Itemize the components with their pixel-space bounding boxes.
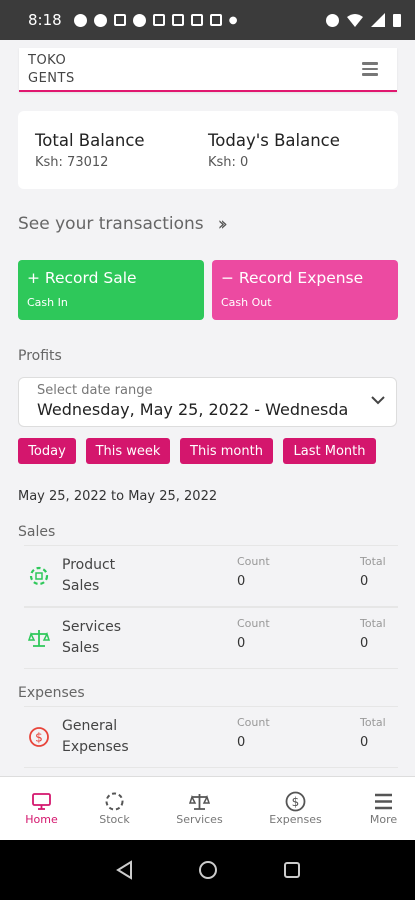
date-range-text: May 25, 2022 to May 25, 2022 xyxy=(18,489,218,504)
back-icon[interactable] xyxy=(115,860,133,880)
store-name: TOKO GENTS xyxy=(28,53,75,86)
battery-icon xyxy=(393,14,401,27)
home-icon xyxy=(32,793,51,810)
count-label: Count xyxy=(237,617,270,630)
record-sale-label: + Record Sale xyxy=(27,269,137,287)
total-label: Total xyxy=(360,716,386,729)
count-value: 0 xyxy=(237,574,246,589)
status-bar: 8:18 ● xyxy=(0,0,415,40)
cash-out-label: Cash Out xyxy=(221,296,272,309)
cash-in-label: Cash In xyxy=(27,296,68,309)
see-transactions-link[interactable]: See your transactions ›› xyxy=(18,213,228,235)
bottom-navigation: Home Stock Services $ Expenses More xyxy=(0,776,415,840)
general-expenses-row[interactable]: $ General Expenses Count 0 Total 0 xyxy=(24,706,398,768)
chevron-down-icon xyxy=(371,396,385,405)
today-balance-value: Ksh: 0 xyxy=(208,155,249,170)
store-header: TOKO GENTS xyxy=(19,48,397,92)
date-range-select[interactable]: Select date range Wednesday, May 25, 202… xyxy=(18,377,397,427)
today-balance: Today's Balance Ksh: 0 xyxy=(208,131,340,170)
count-value: 0 xyxy=(237,636,246,651)
row-name: Product Sales xyxy=(62,557,116,594)
nav-more[interactable]: More xyxy=(342,777,415,841)
today-balance-label: Today's Balance xyxy=(208,131,340,150)
mail-icon xyxy=(171,14,184,26)
office-icon xyxy=(190,14,203,26)
double-chevron-right-icon: ›› xyxy=(217,213,228,235)
menu-icon xyxy=(375,793,392,810)
sim-icon xyxy=(113,14,126,26)
dot-icon: ● xyxy=(228,14,238,26)
menu-icon[interactable] xyxy=(362,62,378,76)
stock-icon xyxy=(105,792,124,811)
chip-this-week[interactable]: This week xyxy=(86,438,170,464)
nav-label: Stock xyxy=(99,813,130,826)
recents-icon[interactable] xyxy=(283,860,301,880)
nav-label: Expenses xyxy=(269,813,322,826)
chip-today[interactable]: Today xyxy=(18,438,76,464)
nav-stock[interactable]: Stock xyxy=(73,777,156,841)
record-expense-button[interactable]: − Record Expense Cash Out xyxy=(212,260,398,320)
expenses-label: Expenses xyxy=(18,685,85,701)
dollar-icon: $ xyxy=(29,727,49,747)
sales-label: Sales xyxy=(18,524,56,540)
count-value: 0 xyxy=(237,735,246,750)
home-circle-icon[interactable] xyxy=(198,860,218,880)
scales-icon xyxy=(28,630,50,647)
total-label: Total xyxy=(360,617,386,630)
scales-icon xyxy=(189,794,210,810)
count-label: Count xyxy=(237,555,270,568)
battery-small-icon xyxy=(209,14,222,26)
row-name: General Expenses xyxy=(62,718,129,755)
chat-icon xyxy=(73,13,87,27)
total-value: 0 xyxy=(360,735,369,750)
signal-icon xyxy=(371,13,385,27)
count-label: Count xyxy=(237,716,270,729)
total-value: 0 xyxy=(360,574,369,589)
nav-expenses[interactable]: $ Expenses xyxy=(254,777,337,841)
product-icon xyxy=(29,566,49,586)
total-balance: Total Balance Ksh: 73012 xyxy=(35,131,145,170)
total-value: 0 xyxy=(360,636,369,651)
notification-icons: ● xyxy=(73,13,238,27)
nav-label: Home xyxy=(25,813,58,826)
svg-text:$: $ xyxy=(35,731,43,745)
date-range-placeholder: Select date range xyxy=(37,383,153,398)
shield-icon xyxy=(93,13,107,27)
record-expense-label: − Record Expense xyxy=(221,269,364,287)
system-navigation xyxy=(0,840,415,900)
main-content: TOKO GENTS Total Balance Ksh: 73012 Toda… xyxy=(0,40,415,776)
alarm-icon xyxy=(326,13,339,27)
profits-label: Profits xyxy=(18,348,62,364)
image-icon xyxy=(152,14,165,26)
chip-last-month[interactable]: Last Month xyxy=(283,438,376,464)
shield-icon xyxy=(132,13,146,27)
balance-card: Total Balance Ksh: 73012 Today's Balance… xyxy=(18,111,398,189)
status-time: 8:18 xyxy=(28,11,62,29)
see-transactions-label: See your transactions xyxy=(18,214,204,234)
date-range-value: Wednesday, May 25, 2022 - Wednesday, May… xyxy=(37,400,349,419)
dollar-icon: $ xyxy=(285,791,306,812)
nav-label: Services xyxy=(176,813,223,826)
nav-services[interactable]: Services xyxy=(158,777,241,841)
total-label: Total xyxy=(360,555,386,568)
chip-this-month[interactable]: This month xyxy=(180,438,273,464)
nav-label: More xyxy=(369,813,398,826)
wifi-icon xyxy=(347,14,363,27)
row-name: Services Sales xyxy=(62,619,122,656)
total-balance-label: Total Balance xyxy=(35,131,145,150)
services-sales-row[interactable]: Services Sales Count 0 Total 0 xyxy=(24,607,398,669)
svg-text:$: $ xyxy=(292,795,300,809)
system-icons xyxy=(326,13,401,27)
nav-home[interactable]: Home xyxy=(0,777,83,841)
product-sales-row[interactable]: Product Sales Count 0 Total 0 xyxy=(24,545,398,607)
record-sale-button[interactable]: + Record Sale Cash In xyxy=(18,260,204,320)
total-balance-value: Ksh: 73012 xyxy=(35,155,109,170)
